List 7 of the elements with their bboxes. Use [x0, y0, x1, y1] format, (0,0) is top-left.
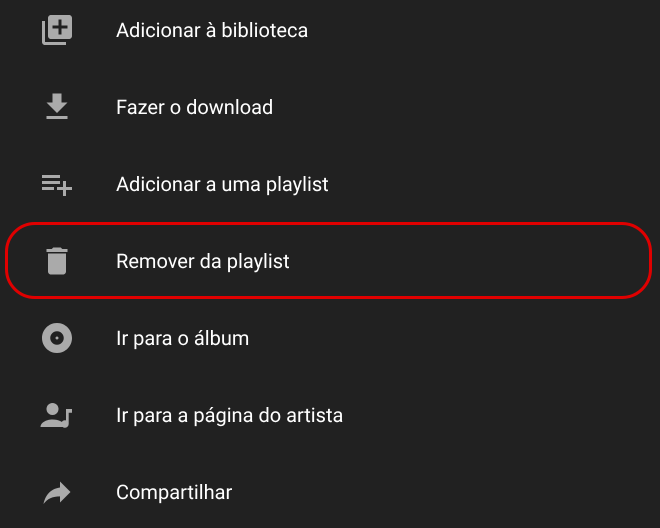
menu-item[interactable]: Fazer o download: [5, 68, 652, 145]
menu-item[interactable]: Adicionar à biblioteca: [5, 0, 652, 68]
menu-item[interactable]: Ir para o álbum: [5, 299, 652, 376]
menu-item[interactable]: Remover da playlist: [5, 222, 652, 299]
menu-item[interactable]: Compartilhar: [5, 453, 652, 528]
menu-item[interactable]: Ir para a página do artista: [5, 376, 652, 453]
menu-item[interactable]: Adicionar a uma playlist: [5, 145, 652, 222]
